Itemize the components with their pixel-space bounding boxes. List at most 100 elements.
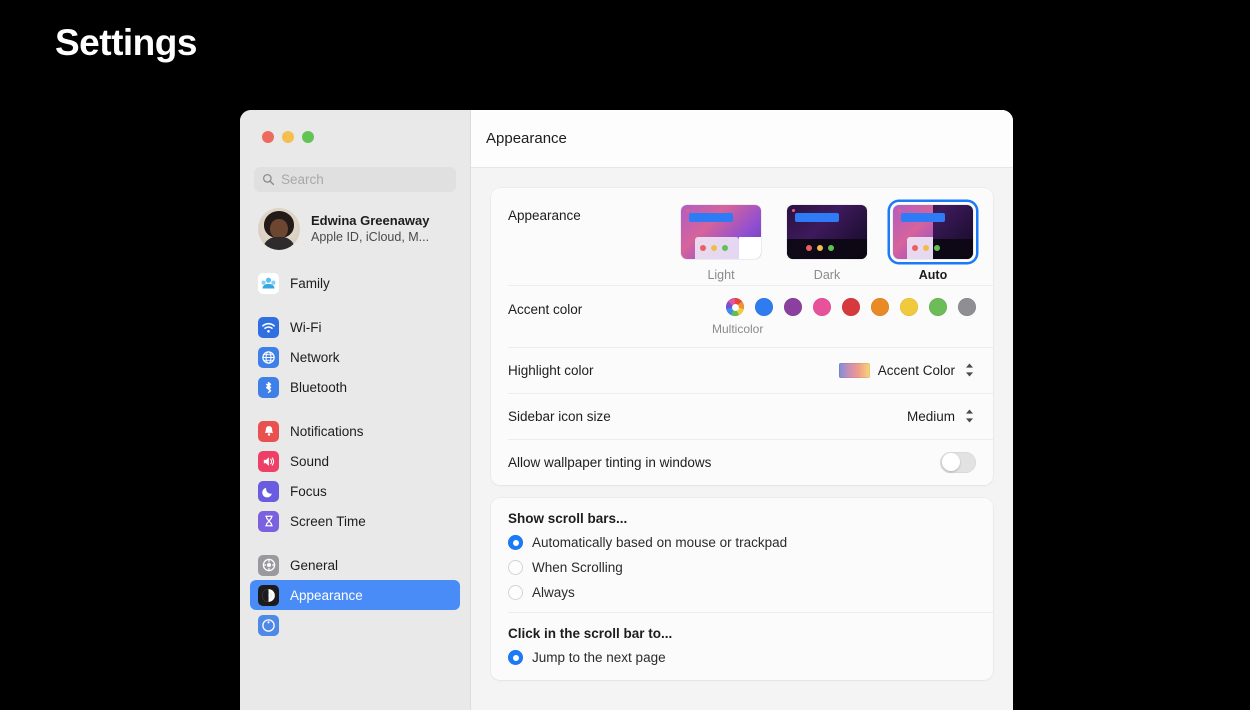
sidebar-group-system: Notifications Sound Focus Screen Time [240, 416, 470, 536]
radio-option-automatic[interactable]: Automatically based on mouse or trackpad [491, 530, 993, 555]
minimize-button[interactable] [282, 131, 294, 143]
sidebar-group-connectivity: Wi-Fi Network Bluetooth [240, 312, 470, 402]
settings-window: Search Edwina Greenaway Apple ID, iCloud… [240, 110, 1013, 710]
appearance-card: Appearance Light Dark Auto Accent color … [491, 188, 993, 485]
highlight-color-label: Highlight color [508, 362, 594, 378]
radio-option-always[interactable]: Always [491, 580, 993, 605]
family-icon [258, 272, 279, 294]
sidebar-item-notifications[interactable]: Notifications [250, 416, 460, 446]
accent-swatch-blue[interactable] [755, 298, 773, 316]
theme-option-auto[interactable]: Auto [890, 202, 976, 282]
radio-label: Jump to the next page [532, 650, 666, 665]
accent-swatch-yellow[interactable] [900, 298, 918, 316]
sidebar-item-label: Bluetooth [290, 379, 348, 395]
accent-swatch-red[interactable] [842, 298, 860, 316]
moon-icon [258, 480, 279, 502]
maximize-button[interactable] [302, 131, 314, 143]
sidebar-item-label: Family [290, 275, 330, 291]
theme-thumbnail-auto [893, 205, 973, 259]
bluetooth-icon [258, 376, 279, 398]
accent-swatch-pink[interactable] [813, 298, 831, 316]
accent-swatch-purple[interactable] [784, 298, 802, 316]
click-scroll-bar-heading: Click in the scroll bar to... [508, 626, 673, 641]
sidebar-group-general: General Appearance [240, 550, 470, 640]
sidebar: Search Edwina Greenaway Apple ID, iCloud… [240, 110, 471, 710]
radio-icon[interactable] [508, 585, 523, 600]
radio-option-jump-next-page[interactable]: Jump to the next page [491, 645, 993, 670]
radio-icon[interactable] [508, 650, 523, 665]
sidebar-item-label: Sound [290, 453, 330, 469]
sidebar-item-label: Focus [290, 483, 327, 499]
accessibility-icon [258, 614, 279, 636]
close-button[interactable] [262, 131, 274, 143]
sidebar-item-network[interactable]: Network [250, 342, 460, 372]
sidebar-item-label: Wi-Fi [290, 319, 322, 335]
appearance-row: Appearance Light Dark Auto [491, 188, 993, 285]
accent-swatch-multicolor[interactable] [726, 298, 744, 316]
sidebar-item-label: Notifications [290, 423, 364, 439]
sidebar-icon-size-label: Sidebar icon size [508, 408, 611, 424]
sidebar-icon-size-value: Medium [906, 408, 955, 424]
theme-thumbnail-dark [787, 205, 867, 259]
speaker-icon [258, 450, 279, 472]
chevron-updown-icon[interactable] [963, 405, 976, 427]
sidebar-icon-size-row[interactable]: Sidebar icon size Medium [491, 393, 993, 439]
account-row[interactable]: Edwina Greenaway Apple ID, iCloud, M... [254, 204, 460, 254]
theme-thumbnail-light [681, 205, 761, 259]
gear-icon [258, 554, 279, 576]
show-scroll-bars-heading: Show scroll bars... [508, 511, 628, 526]
sidebar-item-label: Network [290, 349, 340, 365]
screen: Settings Search Edwina Greenaway Apple I… [0, 0, 1250, 710]
chevron-updown-icon[interactable] [963, 359, 976, 381]
page-title: Settings [55, 22, 197, 63]
sidebar-item-screen-time[interactable]: Screen Time [250, 506, 460, 536]
bell-icon [258, 420, 279, 442]
theme-option-dark[interactable]: Dark [784, 202, 870, 282]
radio-icon[interactable] [508, 560, 523, 575]
search-field[interactable]: Search [254, 167, 456, 192]
toolbar: Appearance [471, 110, 1013, 168]
search-input[interactable]: Search [281, 172, 324, 187]
sidebar-item-general[interactable]: General [250, 550, 460, 580]
accent-swatch-orange[interactable] [871, 298, 889, 316]
accent-swatch-graphite[interactable] [958, 298, 976, 316]
content-pane: Appearance Appearance Light Dark Auto Ac… [471, 110, 1013, 710]
sidebar-item-appearance[interactable]: Appearance [250, 580, 460, 610]
highlight-color-value: Accent Color [877, 362, 955, 378]
wallpaper-tinting-row: Allow wallpaper tinting in windows [491, 439, 993, 485]
radio-label: Always [532, 585, 575, 600]
network-icon [258, 346, 279, 368]
wallpaper-tinting-toggle[interactable] [940, 451, 976, 473]
radio-option-when-scrolling[interactable]: When Scrolling [491, 555, 993, 580]
sidebar-item-sound[interactable]: Sound [250, 446, 460, 476]
settings-panel: Appearance Light Dark Auto Accent color … [471, 168, 1013, 710]
theme-label: Auto [918, 268, 948, 282]
avatar [258, 208, 300, 250]
sidebar-group-family: Family [240, 268, 470, 298]
theme-picker: Light Dark Auto [678, 202, 976, 282]
radio-icon[interactable] [508, 535, 523, 550]
sidebar-item-partial[interactable] [250, 610, 460, 640]
page-heading: Appearance [486, 130, 567, 147]
highlight-color-row[interactable]: Highlight color Accent Color [491, 347, 993, 393]
sidebar-item-label: Appearance [290, 587, 363, 603]
accent-color-caption: Multicolor [712, 322, 764, 336]
scroll-bars-card: Show scroll bars... Automatically based … [491, 498, 993, 680]
radio-label: When Scrolling [532, 560, 623, 575]
sidebar-item-bluetooth[interactable]: Bluetooth [250, 372, 460, 402]
hourglass-icon [258, 510, 279, 532]
theme-label: Dark [813, 268, 841, 282]
appearance-icon [258, 584, 279, 606]
sidebar-item-label: General [290, 557, 339, 573]
sidebar-item-family[interactable]: Family [250, 268, 460, 298]
window-controls [240, 110, 470, 143]
sidebar-item-focus[interactable]: Focus [250, 476, 460, 506]
appearance-label: Appearance [508, 208, 581, 223]
theme-option-light[interactable]: Light [678, 202, 764, 282]
accent-color-row: Accent color Multicolor [491, 285, 993, 347]
sidebar-item-wifi[interactable]: Wi-Fi [250, 312, 460, 342]
wallpaper-tinting-label: Allow wallpaper tinting in windows [508, 454, 712, 470]
accent-swatch-green[interactable] [929, 298, 947, 316]
account-subtitle: Apple ID, iCloud, M... [311, 230, 430, 244]
sidebar-item-label: Screen Time [290, 513, 366, 529]
